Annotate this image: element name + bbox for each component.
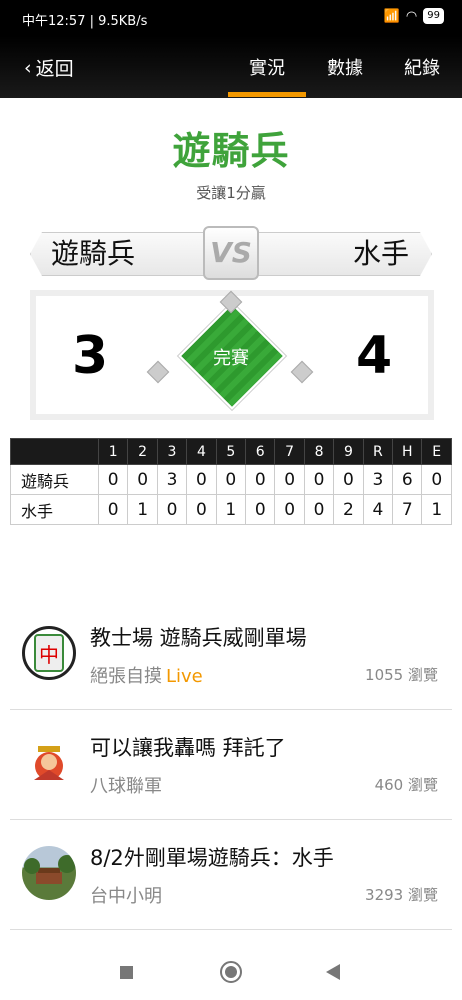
vs-badge: VS: [203, 226, 259, 280]
header-cell: E: [421, 438, 452, 465]
game-status: 完賽: [213, 348, 249, 369]
score-cell: 0: [421, 464, 452, 495]
score-cell: 1: [127, 494, 158, 525]
status-bar: 中午12:57 | 9.5KB/s 📶 ◠ 99: [0, 0, 462, 36]
list-item[interactable]: 可以讓我轟嗎 拜託了 八球聯軍 460 瀏覽: [10, 710, 452, 820]
score-cell: 0: [156, 494, 188, 525]
baseball-diamond: 完賽: [146, 290, 314, 422]
score-cell: 0: [333, 464, 364, 495]
away-team-name: 遊騎兵: [30, 232, 220, 276]
post-title: 可以讓我轟嗎 拜託了: [90, 736, 286, 760]
header-cell: 9: [333, 438, 364, 465]
header-cell: [10, 438, 99, 465]
score-cell: 0: [215, 464, 247, 495]
table-row: 遊騎兵 0 0 3 0 0 0 0 0 0 3 6 0: [10, 464, 452, 495]
header-cell: 4: [186, 438, 217, 465]
avatar: 中: [22, 626, 76, 680]
score-cell: 0: [303, 464, 335, 495]
team-cell: 遊騎兵: [10, 464, 99, 495]
header-cell: 1: [97, 438, 129, 465]
score-cell: 0: [127, 464, 158, 495]
tab-stats[interactable]: 數據: [327, 54, 363, 80]
list-item[interactable]: 中 教士場 遊騎兵威剛單場 絕張自摸 Live 1055 瀏覽: [10, 600, 452, 710]
result-subtitle: 受讓1分贏: [196, 184, 266, 202]
score-cell: 0: [303, 494, 335, 525]
score-cell: 0: [274, 494, 305, 525]
score-cell: 0: [186, 464, 217, 495]
score-cell: 6: [392, 464, 423, 495]
post-author: 八球聯軍: [90, 776, 162, 797]
score-cell: 4: [362, 494, 394, 525]
score-cell: 3: [156, 464, 188, 495]
score-cell: 0: [245, 464, 276, 495]
header-cell: H: [392, 438, 423, 465]
top-nav: ‹ 返回 實況 數據 紀錄: [0, 36, 462, 98]
header-cell: 5: [215, 438, 247, 465]
mahjong-tile-icon: 中: [34, 634, 64, 672]
header-cell: 8: [303, 438, 335, 465]
home-icon[interactable]: [220, 961, 242, 983]
view-count: 460 瀏覽: [374, 776, 438, 794]
winner-title: 遊騎兵: [172, 129, 290, 173]
back-triangle-icon[interactable]: [326, 964, 340, 980]
team-cell: 水手: [10, 494, 99, 525]
table-row: 水手 0 1 0 0 1 0 0 0 2 4 7 1: [10, 494, 452, 525]
chevron-left-icon: ‹: [24, 56, 32, 79]
away-score: 3: [72, 326, 109, 386]
score-cell: 1: [421, 494, 452, 525]
header-cell: 3: [156, 438, 188, 465]
view-count: 3293 瀏覽: [365, 886, 438, 904]
battery-icon: 99: [423, 8, 444, 24]
score-cell: 0: [274, 464, 305, 495]
header-cell: 6: [245, 438, 276, 465]
linescore-table: 1 2 3 4 5 6 7 8 9 R H E 遊騎兵 0 0 3 0 0 0 …: [10, 438, 452, 525]
back-label: 返回: [35, 58, 74, 80]
score-cell: 1: [215, 494, 247, 525]
back-button[interactable]: ‹ 返回: [24, 54, 74, 81]
signal-icon: 📶: [383, 8, 400, 24]
recents-icon[interactable]: [120, 966, 133, 979]
avatar: [22, 846, 76, 900]
score-cell: 2: [333, 494, 364, 525]
post-author: 絕張自摸: [90, 666, 162, 687]
live-badge: Live: [166, 666, 203, 687]
avatar: [22, 736, 76, 790]
linescore-header: 1 2 3 4 5 6 7 8 9 R H E: [10, 438, 452, 465]
view-count: 1055 瀏覽: [365, 666, 438, 684]
wifi-icon: ◠: [405, 8, 418, 24]
score-cell: 0: [97, 464, 129, 495]
score-cell: 0: [97, 494, 129, 525]
header-cell: 2: [127, 438, 158, 465]
score-cell: 0: [186, 494, 217, 525]
score-cell: 7: [392, 494, 423, 525]
status-time: 中午12:57 | 9.5KB/s: [22, 14, 148, 29]
svg-text:中: 中: [39, 643, 59, 667]
list-item[interactable]: 8/2㚈剛單場遊騎兵：水手 台中小明 3293 瀏覽: [10, 820, 452, 930]
deity-mascot-icon: [34, 746, 64, 780]
tab-live[interactable]: 實況: [228, 54, 306, 97]
score-cell: 0: [245, 494, 276, 525]
score-cell: 3: [362, 464, 394, 495]
post-author: 台中小明: [90, 886, 162, 907]
system-nav-bar: [0, 944, 462, 1000]
header-cell: R: [362, 438, 394, 465]
post-title: 8/2㚈剛單場遊騎兵：水手: [90, 846, 334, 870]
tab-records[interactable]: 紀錄: [404, 54, 440, 80]
home-team-name: 水手: [242, 232, 432, 276]
landscape-photo-icon: [24, 855, 76, 884]
header-cell: 7: [274, 438, 305, 465]
post-title: 教士場 遊騎兵威剛單場: [90, 626, 307, 650]
home-score: 4: [356, 326, 393, 386]
